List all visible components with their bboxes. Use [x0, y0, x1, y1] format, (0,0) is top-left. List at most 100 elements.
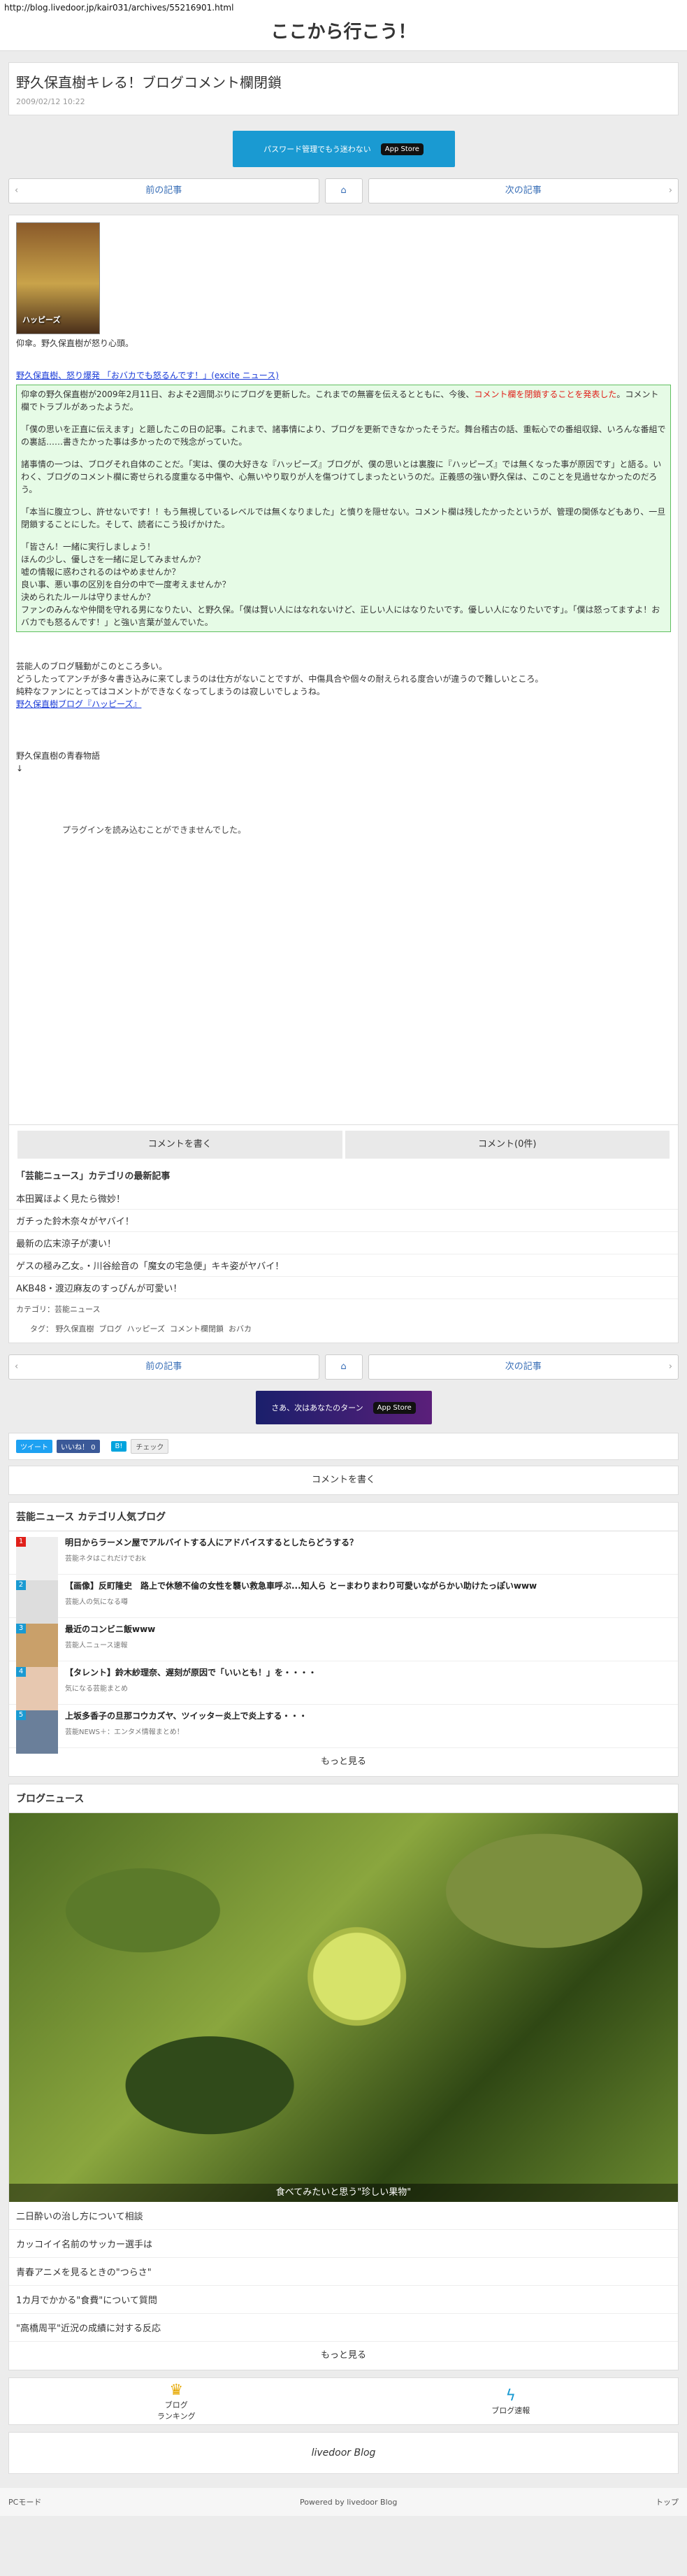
tag-link[interactable]: ブログ [99, 1324, 122, 1333]
category-link[interactable]: 芸能ニュース [55, 1305, 100, 1314]
app-store-badge: App Store [373, 1401, 416, 1414]
quote-p1-a: 仰傘の野久保直樹が2009年2月11日、およそ2週間ぶりにブログを更新した。これ… [21, 389, 475, 399]
thumbnail-image: 3 [16, 1624, 58, 1667]
article-title: 野久保直樹キレる！ブログコメント欄閉鎖 [16, 74, 282, 91]
list-item[interactable]: 本田翼ほよく見たら微妙！ [9, 1187, 678, 1210]
comment-and-category: コメントを書く コメント(0件) 「芸能ニュース」カテゴリの最新記事 本田翼ほよ… [8, 1125, 679, 1343]
category-label: カテゴリ： [16, 1305, 55, 1314]
list-item[interactable]: 3 最近のコンビニ飯www 芸能人ニュース速報 [9, 1618, 678, 1667]
rank-badge: 2 [16, 1580, 26, 1590]
list-item[interactable]: 4 【タレント】鈴木紗理奈、遅刻が原因で「いいとも！」を・・・・ 気になる芸能まと… [9, 1661, 678, 1710]
write-comment-button[interactable]: コメントを書く [17, 1131, 342, 1159]
blog-news: ブログニュース 食べてみたいと思う"珍しい果物" 二日酔いの治し方について相談 … [8, 1784, 679, 2370]
prev-article-button[interactable]: ‹ 前の記事 [8, 1354, 319, 1380]
tag-link[interactable]: おバカ [229, 1324, 252, 1333]
quote-p5c: 嘘の情報に惑わされるのはやめませんか？ [21, 567, 180, 577]
thumbnail-image: 1 [16, 1537, 58, 1580]
quote-p5b: ほんの少し、優しさを一緒に足してみませんか？ [21, 554, 205, 564]
sub-title: 野久保直樹の青春物語 [16, 751, 101, 761]
news-photo[interactable]: 食べてみたいと思う"珍しい果物" [9, 1813, 678, 2202]
list-item[interactable]: 青春アニメを見るときの"つらさ" [9, 2258, 678, 2286]
chevron-right-icon: › [668, 1361, 672, 1372]
pc-mode-link[interactable]: PCモード [8, 2496, 41, 2507]
pop-title: 明日からラーメン屋でアルバイトする人にアドバイスするとしたらどうする？ [65, 1538, 359, 1547]
to-top-link[interactable]: トップ [656, 2496, 679, 2507]
rank-badge: 3 [16, 1624, 26, 1633]
tag-link[interactable]: ハッピーズ [127, 1324, 165, 1333]
more-popular-button[interactable]: もっと見る [9, 1748, 678, 1776]
article-date: 2009/02/12 10:22 [16, 97, 85, 106]
home-button[interactable]: ⌂ [324, 1354, 363, 1380]
browser-url-bar[interactable]: http://blog.livedoor.jp/kair031/archives… [0, 0, 687, 17]
news-list: 二日酔いの治し方について相談 カッコイイ名前のサッカー選手は 青春アニメを見ると… [9, 2202, 678, 2342]
write-comment-button-2[interactable]: コメントを書く [8, 1466, 679, 1495]
blog-title-header[interactable]: ここから行こう！ [0, 17, 687, 51]
thumbnail-image: 4 [16, 1667, 58, 1710]
photo-caption: 食べてみたいと思う"珍しい果物" [9, 2184, 678, 2202]
article-intro: 仰傘。野久保直樹が怒り心頭。 [16, 338, 134, 348]
list-item[interactable]: "高橋周平"近況の成績に対する反応 [9, 2314, 678, 2342]
list-item[interactable]: 1 明日からラーメン屋でアルバイトする人にアドバイスするとしたらどうする？ 芸能ネ… [9, 1531, 678, 1580]
pop-title: 【画像】反町隆史 路上で休憩不倫の女性を襲い救急車呼ぶ...知人ら とーまわりま… [65, 1581, 537, 1591]
like-button[interactable]: いいね！ 0 [57, 1440, 100, 1453]
lightning-icon: ϟ [505, 2387, 516, 2405]
ranking-link[interactable]: ♛ ブログ ランキング [9, 2382, 344, 2421]
chevron-left-icon: ‹ [15, 185, 19, 196]
list-item[interactable]: 2 【画像】反町隆史 路上で休憩不倫の女性を襲い救急車呼ぶ...知人ら とーまわ… [9, 1575, 678, 1624]
pager-top: ‹ 前の記事 ⌂ 次の記事 › [8, 178, 679, 203]
ad-banner-password[interactable]: パスワード管理でもう迷わない App Store [232, 131, 455, 167]
quote-p1-red: コメント欄を閉鎖することを発表した [474, 389, 617, 399]
tag-link[interactable]: 野久保直樹 [56, 1324, 94, 1333]
list-item[interactable]: 1カ月でかかる"食費"について質問 [9, 2286, 678, 2314]
list-item[interactable]: ゲスの極み乙女。・川谷絵音の「魔女の宅急便」キキ姿がヤバイ！ [9, 1254, 678, 1277]
next-article-button[interactable]: 次の記事 › [368, 1354, 679, 1380]
tag-label: タグ： [30, 1324, 53, 1333]
list-item[interactable]: ガチった鈴木奈々がヤバイ！ [9, 1210, 678, 1232]
list-item[interactable]: 5 上坂多香子の旦那コウカズヤ、ツイッター炎上で炎上する・・・ 芸能NEWS＋：エ… [9, 1705, 678, 1754]
comment-row: コメントを書く コメント(0件) [9, 1131, 678, 1159]
ranking-label-1: ブログ [164, 2400, 188, 2410]
list-item[interactable]: カッコイイ名前のサッカー選手は [9, 2230, 678, 2258]
livedoor-logo[interactable]: livedoor Blog [8, 2432, 679, 2474]
speed-link[interactable]: ϟ ブログ速報 [344, 2387, 679, 2416]
quote-p5d: 良い事、悪い事の区別を自分の中で一度考えませんか？ [21, 580, 231, 589]
share-bar: ツイート いいね！ 0 B! チェック [8, 1433, 679, 1460]
next-label: 次の記事 [505, 185, 542, 196]
pop-source: 芸能ネタはこれだけでおk [65, 1555, 146, 1563]
pop-title: 【タレント】鈴木紗理奈、遅刻が原因で「いいとも！」を・・・・ [65, 1668, 317, 1677]
rank-badge: 5 [16, 1710, 26, 1720]
thumbnail-image: 2 [16, 1580, 58, 1624]
powered-by: Powered by livedoor Blog [299, 2497, 398, 2507]
quote-p2: 「僕の思いを正直に伝えます」と題したこの日の記事。これまで、諸事情により、ブログ… [21, 424, 666, 447]
blog-link[interactable]: 野久保直樹ブログ『ハッピーズ』 [16, 699, 141, 709]
ad-banner-game[interactable]: さあ、次はあなたのターン App Store [255, 1391, 432, 1424]
down-arrow: ↓ [16, 764, 24, 773]
more-news-button[interactable]: もっと見る [9, 2342, 678, 2370]
quote-p5e: 決められたルールは守りませんか？ [21, 592, 155, 602]
source-news-link[interactable]: 野久保直樹、怒り爆発 「おバカでも怒るんです！」(excite ニュース) [16, 371, 279, 380]
hatena-button[interactable]: B! [110, 1441, 127, 1452]
home-button[interactable]: ⌂ [324, 178, 363, 203]
quote-p4: 「本当に腹立つし、許せないです！！もう無視しているレベルでは無くなりました」と憤… [21, 507, 666, 529]
next-article-button[interactable]: 次の記事 › [368, 178, 679, 203]
check-button[interactable]: チェック [131, 1439, 169, 1454]
news-quote-block: 仰傘の野久保直樹が2009年2月11日、およそ2週間ぶりにブログを更新した。これ… [16, 385, 671, 632]
pop-source: 芸能人ニュース速報 [65, 1642, 128, 1650]
list-item[interactable]: AKB48・渡辺麻友のすっぴんが可愛い！ [9, 1277, 678, 1299]
pop-source: 気になる芸能まとめ [65, 1685, 128, 1693]
quote-p3: 諸事情の一つは、ブログそれ自体のことだ。「実は、僕の大好きな『ハッピーズ』ブログ… [21, 459, 662, 494]
prev-article-button[interactable]: ‹ 前の記事 [8, 178, 319, 203]
tweet-button[interactable]: ツイート [16, 1440, 52, 1453]
crown-icon: ♛ [169, 2381, 184, 2399]
list-item[interactable]: 最新の広末涼子が凄い！ [9, 1232, 678, 1254]
rank-badge: 1 [16, 1537, 26, 1547]
article-body: ハッピーズ 仰傘。野久保直樹が怒り心頭。 野久保直樹、怒り爆発 「おバカでも怒る… [8, 215, 679, 1125]
pop-title: 最近のコンビニ飯www [65, 1624, 156, 1634]
article-after-3: 純粋なファンにとってはコメントができなくなってしまうのは寂しいでしょうね。 [16, 687, 325, 696]
dvd-cover-image[interactable]: ハッピーズ [16, 222, 100, 334]
tag-link[interactable]: コメント欄閉鎖 [170, 1324, 224, 1333]
list-item[interactable]: 二日酔いの治し方について相談 [9, 2202, 678, 2230]
comment-count-button[interactable]: コメント(0件) [345, 1131, 670, 1159]
banner-text: さあ、次はあなたのターン [271, 1403, 363, 1412]
pop-source: 芸能NEWS＋：エンタメ情報まとめ！ [65, 1729, 184, 1736]
